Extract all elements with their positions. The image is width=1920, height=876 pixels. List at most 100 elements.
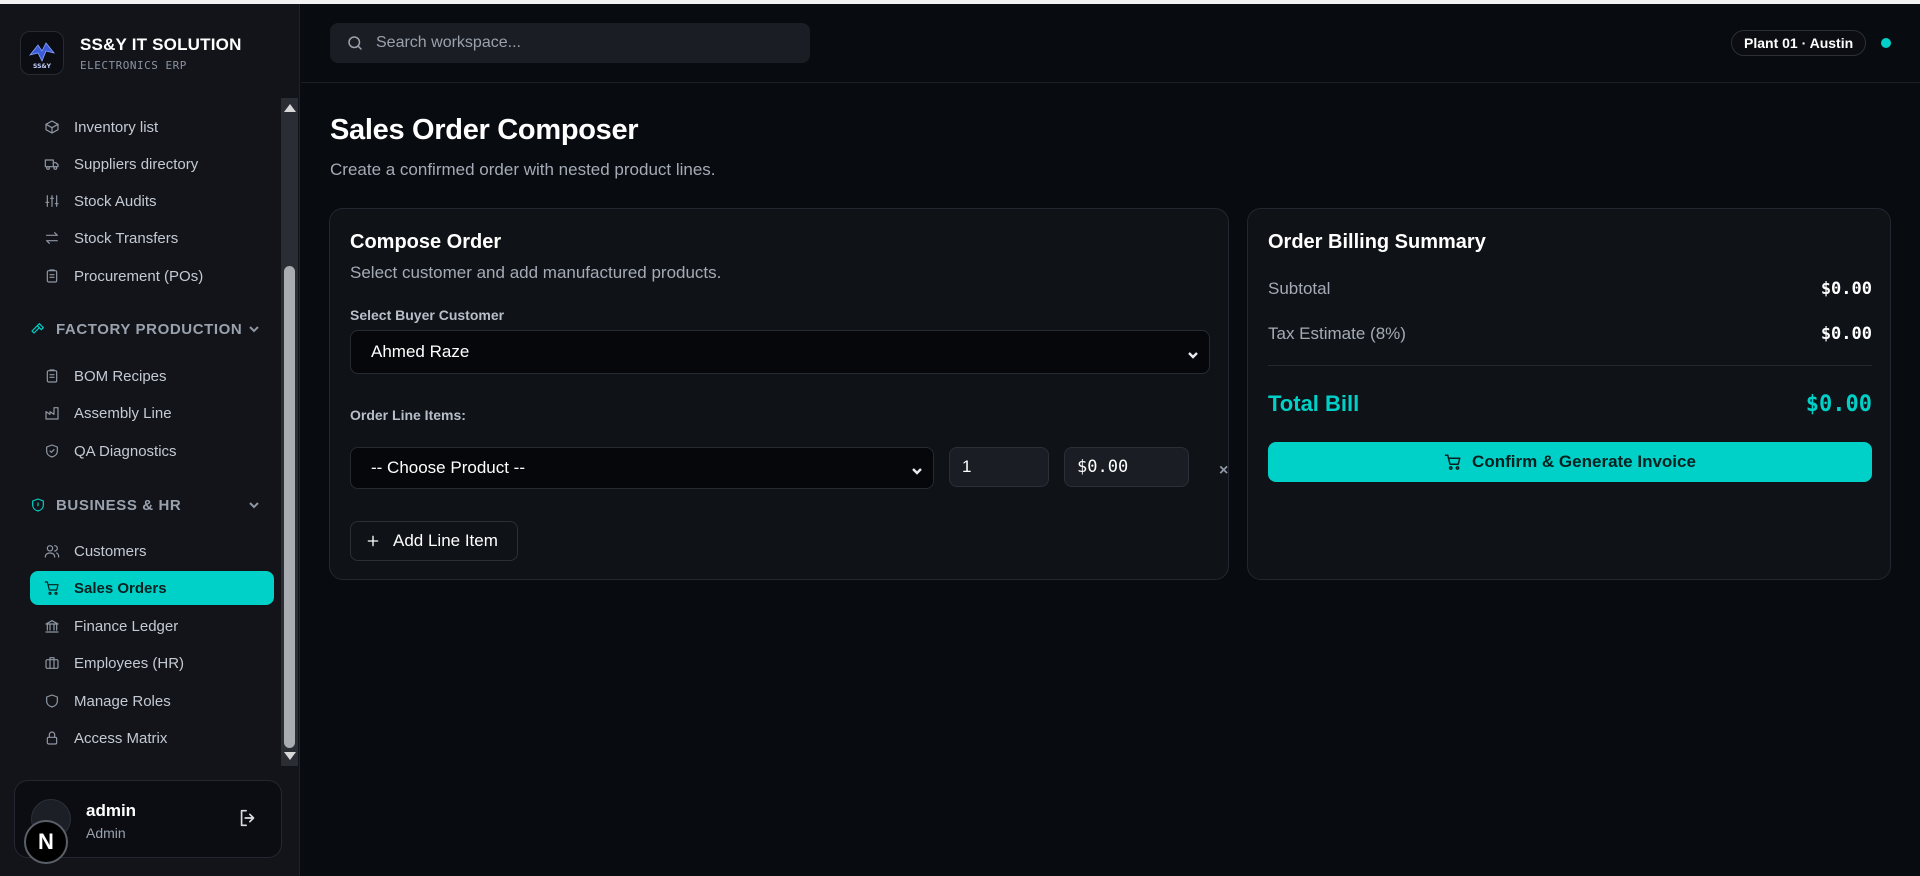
page-subtitle: Create a confirmed order with nested pro…: [330, 160, 716, 179]
sidebar: SS&Y SS&Y IT SOLUTION ELECTRONICS ERP In…: [0, 4, 300, 876]
sidebar-item-label: Suppliers directory: [74, 155, 199, 173]
sidebar-item-label: Stock Transfers: [74, 229, 179, 247]
sidebar-item-label: Assembly Line: [74, 404, 172, 422]
total-row: Total Bill $0.00: [1268, 391, 1872, 417]
sidebar-item-suppliers-directory[interactable]: Suppliers directory: [30, 147, 274, 181]
sidebar-item-label: Employees (HR): [74, 654, 185, 672]
sidebar-item-label: QA Diagnostics: [74, 442, 177, 460]
sidebar-item-label: Access Matrix: [74, 729, 168, 747]
section-label: FACTORY PRODUCTION: [56, 320, 243, 338]
section-business-hr[interactable]: BUSINESS & HR: [30, 492, 270, 518]
plus-icon: [367, 535, 379, 547]
quantity-input[interactable]: 1: [949, 447, 1049, 487]
sidebar-item-label: Finance Ledger: [74, 617, 179, 635]
brand: SS&Y SS&Y IT SOLUTION ELECTRONICS ERP: [20, 30, 242, 76]
section-label: BUSINESS & HR: [56, 496, 182, 514]
sidebar-item-label: Stock Audits: [74, 192, 157, 210]
sliders-icon: [44, 193, 60, 209]
scroll-down-arrow-icon[interactable]: [284, 752, 296, 760]
briefcase-icon: [44, 655, 60, 671]
top-header: Plant 01 · Austin: [301, 4, 1920, 83]
tax-value: $0.00: [1820, 324, 1872, 344]
user-name: admin: [86, 801, 137, 820]
line-items-label: Order Line Items:: [350, 407, 466, 423]
summary-divider: [1268, 365, 1872, 366]
add-line-item-button[interactable]: Add Line Item: [350, 521, 518, 561]
chevron-down-icon: [248, 322, 260, 334]
customer-select[interactable]: Ahmed Raze: [350, 330, 1210, 374]
sidebar-item-sales-orders[interactable]: Sales Orders: [30, 571, 274, 605]
sidebar-item-bom-recipes[interactable]: BOM Recipes: [30, 359, 274, 393]
product-select[interactable]: -- Choose Product --: [350, 447, 934, 489]
sidebar-item-employees-hr[interactable]: Employees (HR): [30, 646, 274, 680]
customer-label: Select Buyer Customer: [350, 307, 505, 323]
remove-line-icon[interactable]: ×: [1219, 462, 1228, 480]
sidebar-item-label: Customers: [74, 542, 147, 560]
price-input[interactable]: $0.00: [1064, 447, 1189, 487]
compose-subtitle: Select customer and add manufactured pro…: [350, 263, 722, 282]
scroll-up-arrow-icon[interactable]: [284, 104, 296, 112]
sidebar-item-access-matrix[interactable]: Access Matrix: [30, 721, 274, 755]
search-icon: [348, 36, 362, 50]
summary-title: Order Billing Summary: [1268, 231, 1486, 253]
cart-icon: [1444, 454, 1461, 470]
billing-summary-card: Order Billing Summary Subtotal $0.00 Tax…: [1247, 208, 1891, 580]
shield-icon: [44, 693, 60, 709]
compose-title: Compose Order: [350, 231, 502, 253]
scrollbar-thumb[interactable]: [284, 266, 295, 748]
sidebar-item-customers[interactable]: Customers: [30, 534, 274, 568]
arrows-left-right-icon: [44, 230, 60, 246]
sidebar-item-label: Procurement (POs): [74, 267, 204, 285]
bank-icon: [44, 618, 60, 634]
confirm-invoice-button[interactable]: Confirm & Generate Invoice: [1268, 442, 1872, 482]
eagle-logo-icon: SS&Y: [28, 42, 56, 70]
sidebar-item-manage-roles[interactable]: Manage Roles: [30, 684, 274, 718]
svg-text:SS&Y: SS&Y: [33, 63, 52, 70]
sidebar-item-procurement[interactable]: Procurement (POs): [30, 259, 274, 293]
sidebar-scrollbar[interactable]: [281, 98, 298, 766]
brand-logo: SS&Y: [20, 31, 64, 75]
cart-icon: [44, 580, 60, 596]
subtotal-value: $0.00: [1820, 279, 1872, 299]
sidebar-item-label: BOM Recipes: [74, 367, 167, 385]
user-role: Admin: [86, 825, 126, 841]
users-icon: [44, 543, 60, 559]
chevron-down-icon: [248, 498, 260, 510]
hammer-icon: [30, 321, 46, 337]
search-input[interactable]: [376, 34, 796, 52]
factory-icon: [44, 405, 60, 421]
subtotal-row: Subtotal $0.00: [1268, 279, 1872, 299]
clipboard-icon: [44, 368, 60, 384]
customer-select-value: Ahmed Raze: [371, 342, 470, 361]
shield-check-icon: [44, 443, 60, 459]
lock-icon: [44, 730, 60, 746]
clipboard-icon: [44, 268, 60, 284]
sidebar-item-label: Sales Orders: [74, 579, 167, 597]
search-bar[interactable]: [330, 23, 810, 63]
shield-icon: [30, 497, 46, 513]
truck-icon: [44, 156, 60, 172]
brand-subtitle: ELECTRONICS ERP: [80, 58, 187, 72]
sidebar-item-label: Manage Roles: [74, 692, 171, 710]
sidebar-nav: Inventory list Suppliers directory Stock…: [0, 98, 282, 766]
sidebar-item-stock-transfers[interactable]: Stock Transfers: [30, 221, 274, 255]
sidebar-item-label: Inventory list: [74, 118, 159, 136]
sidebar-item-assembly-line[interactable]: Assembly Line: [30, 396, 274, 430]
product-select-value: -- Choose Product --: [371, 458, 525, 477]
compose-order-card: Compose Order Select customer and add ma…: [329, 208, 1229, 580]
sidebar-item-qa-diagnostics[interactable]: QA Diagnostics: [30, 434, 274, 468]
chevron-down-icon: [911, 462, 923, 475]
total-value: $0.00: [1805, 391, 1872, 417]
section-factory-production[interactable]: FACTORY PRODUCTION: [30, 316, 270, 342]
logout-icon[interactable]: [237, 807, 259, 829]
package-icon: [44, 119, 60, 135]
tax-row: Tax Estimate (8%) $0.00: [1268, 324, 1872, 344]
sidebar-item-finance-ledger[interactable]: Finance Ledger: [30, 609, 274, 643]
framework-badge[interactable]: N: [24, 820, 68, 864]
chevron-down-icon: [1187, 346, 1199, 359]
plant-selector[interactable]: Plant 01 · Austin: [1731, 30, 1867, 56]
status-indicator: [1881, 38, 1891, 48]
sidebar-item-stock-audits[interactable]: Stock Audits: [30, 184, 274, 218]
page-title: Sales Order Composer: [330, 114, 639, 146]
sidebar-item-inventory-list[interactable]: Inventory list: [30, 110, 274, 144]
